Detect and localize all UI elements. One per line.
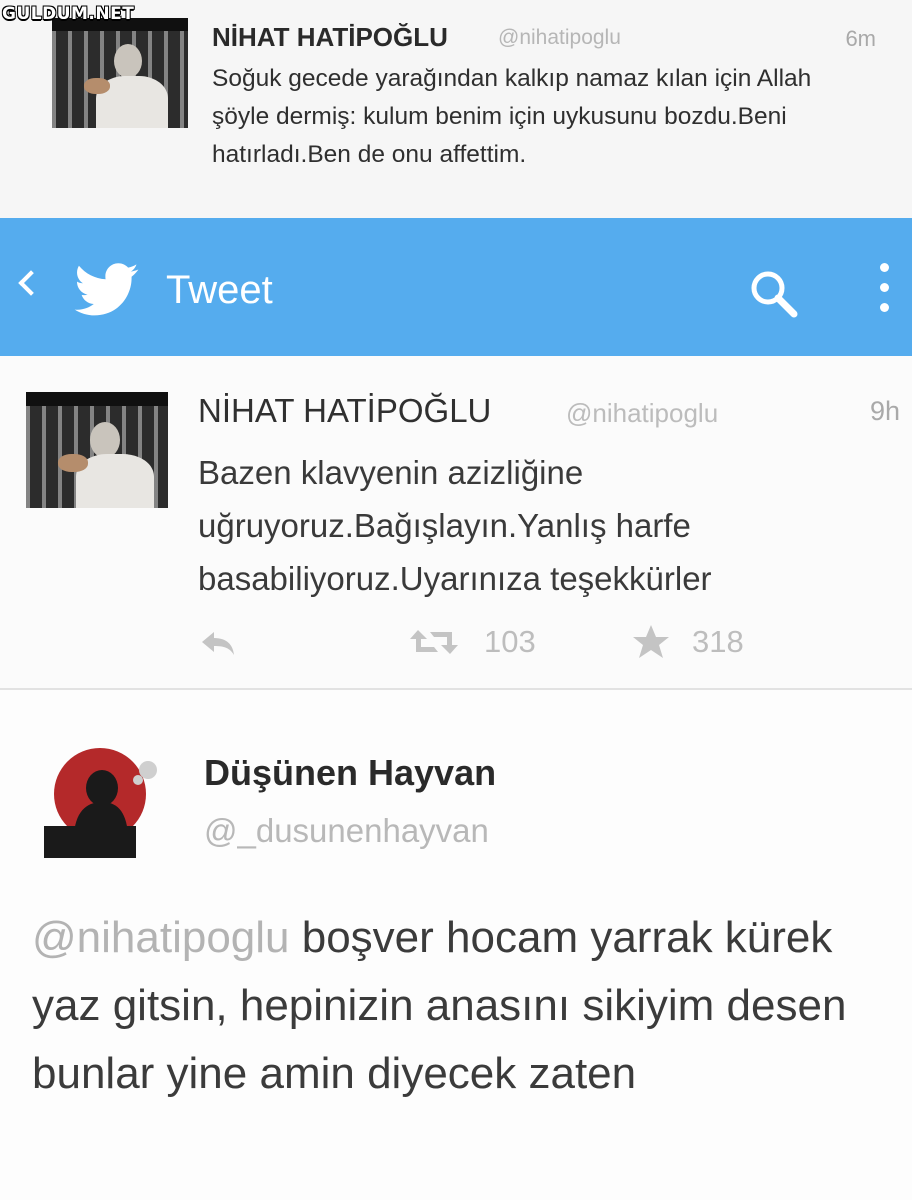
reply-text: @nihatipoglu boşver hocam yarrak kürek y…: [32, 904, 892, 1108]
author-avatar[interactable]: [52, 18, 188, 128]
favorite-star-icon[interactable]: [632, 624, 670, 660]
screen-title: Tweet: [166, 268, 273, 312]
retweet-icon[interactable]: [408, 626, 460, 658]
more-vertical-icon[interactable]: [876, 263, 892, 323]
retweet-count: 103: [484, 624, 536, 659]
tweet-timestamp: 6m: [845, 26, 876, 51]
reply-author-avatar[interactable]: [40, 742, 164, 860]
tweet-text: Soğuk gecede yarağından kalkıp namaz kıl…: [212, 65, 812, 168]
reply-author-name[interactable]: Düşünen Hayvan: [204, 752, 496, 794]
reply-icon[interactable]: [198, 628, 238, 658]
author-name[interactable]: NİHAT HATİPOĞLU: [198, 392, 491, 430]
reply-author-handle[interactable]: @_dusunenhayvan: [204, 812, 489, 850]
twitter-bird-icon: [74, 263, 139, 316]
app-bar: Tweet: [0, 218, 912, 356]
site-watermark: GULDUM.NET: [2, 4, 135, 24]
tweet-text: Bazen klavyenin azizliğine uğruyoruz.Bağ…: [198, 454, 712, 597]
tweet-actions: 103 318: [0, 622, 912, 662]
back-chevron-icon[interactable]: [18, 270, 44, 296]
previous-tweet[interactable]: NİHAT HATİPOĞLU @nihatipoglu 6m Soğuk ge…: [0, 0, 912, 218]
author-name[interactable]: NİHAT HATİPOĞLU: [212, 22, 448, 53]
tweet-timestamp: 9h: [869, 396, 900, 426]
search-icon[interactable]: [746, 266, 800, 320]
favorite-count: 318: [692, 624, 744, 659]
mention-link[interactable]: @nihatipoglu: [32, 913, 290, 962]
author-handle[interactable]: @nihatipoglu: [566, 398, 718, 429]
author-avatar[interactable]: [26, 392, 168, 508]
main-tweet[interactable]: NİHAT HATİPOĞLU @nihatipoglu 9h Bazen kl…: [0, 356, 912, 690]
author-handle[interactable]: @nihatipoglu: [498, 26, 621, 50]
reply-tweet[interactable]: Düşünen Hayvan @_dusunenhayvan @nihatipo…: [0, 690, 912, 1200]
